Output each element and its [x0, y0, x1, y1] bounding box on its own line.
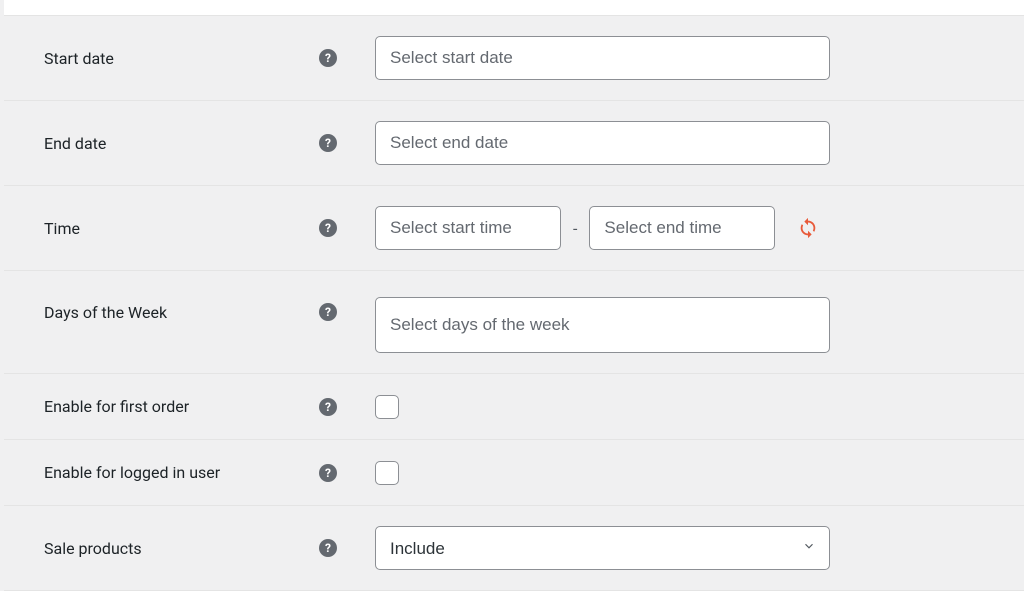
control-sale-products: Include [375, 526, 830, 570]
row-first-order: Enable for first order ? [4, 374, 1024, 440]
label-start-date: Start date [44, 49, 309, 68]
label-end-date: End date [44, 134, 309, 153]
control-logged-in [375, 461, 399, 485]
help-icon[interactable]: ? [319, 219, 337, 237]
label-logged-in: Enable for logged in user [44, 463, 309, 482]
help-icon[interactable]: ? [319, 398, 337, 416]
help-icon[interactable]: ? [319, 464, 337, 482]
row-sale-products: Sale products ? Include [4, 506, 1024, 591]
control-time: - [375, 206, 819, 250]
sale-products-select[interactable]: Include [375, 526, 830, 570]
row-time: Time ? - [4, 186, 1024, 271]
first-order-checkbox[interactable] [375, 395, 399, 419]
start-time-input[interactable] [375, 206, 561, 250]
time-range-dash: - [571, 219, 579, 238]
control-start-date [375, 36, 830, 80]
help-icon[interactable]: ? [319, 49, 337, 67]
row-days: Days of the Week ? [4, 271, 1024, 374]
end-date-input[interactable] [375, 121, 830, 165]
row-end-date: End date ? [4, 101, 1024, 186]
top-divider [4, 0, 1024, 16]
help-icon[interactable]: ? [319, 539, 337, 557]
end-time-input[interactable] [589, 206, 775, 250]
start-date-input[interactable] [375, 36, 830, 80]
days-input[interactable] [375, 297, 830, 353]
help-icon[interactable]: ? [319, 134, 337, 152]
row-logged-in: Enable for logged in user ? [4, 440, 1024, 506]
label-sale-products: Sale products [44, 539, 309, 558]
row-start-date: Start date ? [4, 16, 1024, 101]
help-icon[interactable]: ? [319, 303, 337, 321]
label-days: Days of the Week [44, 303, 309, 322]
label-time: Time [44, 219, 309, 238]
settings-form: Start date ? End date ? Time ? - Days of… [4, 16, 1024, 591]
control-first-order [375, 395, 399, 419]
refresh-icon[interactable] [797, 217, 819, 239]
control-end-date [375, 121, 830, 165]
control-days [375, 297, 830, 353]
logged-in-checkbox[interactable] [375, 461, 399, 485]
sale-products-select-wrap: Include [375, 526, 830, 570]
label-first-order: Enable for first order [44, 397, 309, 416]
